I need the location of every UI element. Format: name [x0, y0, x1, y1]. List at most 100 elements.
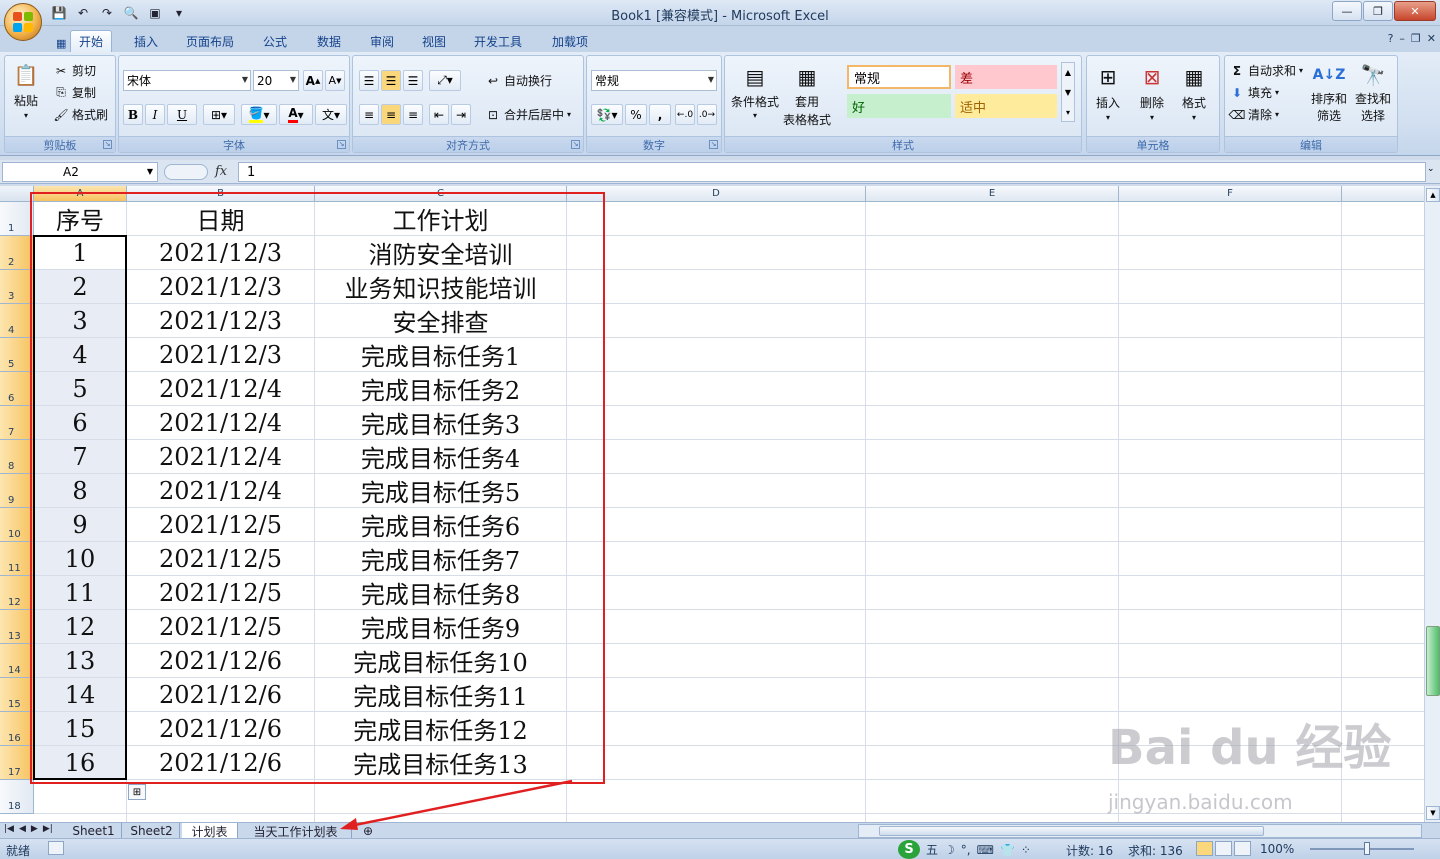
- column-header-c[interactable]: C: [315, 186, 567, 202]
- increase-decimal-button[interactable]: ←.0: [675, 104, 695, 125]
- table-cell[interactable]: 完成目标任务6: [315, 508, 566, 541]
- tab-insert[interactable]: 插入: [126, 30, 166, 52]
- fill-button[interactable]: ⬇ 填充 ▾: [1229, 84, 1279, 101]
- sort-filter-button[interactable]: A↓Z 排序和 筛选: [1311, 60, 1347, 124]
- header-cell[interactable]: 工作计划: [315, 202, 566, 235]
- formula-input[interactable]: 1: [238, 162, 1426, 182]
- formula-bar-toggle[interactable]: [164, 164, 208, 180]
- ime-grid-icon[interactable]: ⁘: [1021, 843, 1031, 857]
- format-cells-button[interactable]: ▦ 格式 ▾: [1179, 62, 1209, 122]
- table-cell[interactable]: 3: [34, 304, 126, 337]
- table-cell[interactable]: 5: [34, 372, 126, 405]
- close-button[interactable]: ✕: [1394, 1, 1436, 21]
- table-cell[interactable]: 完成目标任务4: [315, 440, 566, 473]
- header-cell[interactable]: 日期: [127, 202, 314, 235]
- macro-record-icon[interactable]: [48, 841, 64, 855]
- sheet-tab-sheet1[interactable]: Sheet1: [66, 823, 122, 839]
- scroll-up-icon[interactable]: ▲: [1426, 188, 1440, 202]
- table-cell[interactable]: 6: [34, 406, 126, 439]
- wrap-text-button[interactable]: ↩ 自动换行: [485, 72, 552, 89]
- table-cell[interactable]: 2021/12/6: [127, 712, 314, 745]
- next-sheet-icon[interactable]: ▶: [31, 824, 38, 834]
- row-header-15[interactable]: 15: [0, 678, 34, 712]
- sheet-tab-plan[interactable]: 计划表: [182, 823, 238, 839]
- scroll-down-icon[interactable]: ▼: [1426, 806, 1440, 820]
- row-header-11[interactable]: 11: [0, 542, 34, 576]
- office-button[interactable]: [4, 3, 42, 41]
- row-header-10[interactable]: 10: [0, 508, 34, 542]
- zoom-slider-thumb[interactable]: [1364, 842, 1370, 855]
- row-header-17[interactable]: 17: [0, 746, 34, 780]
- insert-function-icon[interactable]: fx: [215, 164, 227, 179]
- table-cell[interactable]: 2021/12/3: [127, 270, 314, 303]
- fill-color-button[interactable]: 🪣 ▾: [241, 104, 277, 125]
- table-cell[interactable]: 2021/12/4: [127, 406, 314, 439]
- sheet-tab-sheet2[interactable]: Sheet2: [124, 823, 180, 839]
- format-as-table-button[interactable]: ▦ 套用 表格格式: [783, 62, 831, 128]
- paste-button[interactable]: 📋 粘贴 ▾: [11, 60, 41, 120]
- table-cell[interactable]: 业务知识技能培训: [315, 270, 566, 303]
- merge-center-button[interactable]: ⊡ 合并后居中 ▾: [485, 106, 571, 123]
- format-painter-button[interactable]: 🖌 格式刷: [53, 106, 108, 123]
- tab-developer[interactable]: 开发工具: [466, 30, 530, 52]
- header-cell[interactable]: 序号: [34, 202, 126, 235]
- row-header-12[interactable]: 12: [0, 576, 34, 610]
- italic-button[interactable]: I: [145, 104, 165, 125]
- table-cell[interactable]: 2021/12/6: [127, 746, 314, 779]
- shrink-font-button[interactable]: A ▼: [325, 70, 345, 91]
- delete-cells-button[interactable]: ⊠ 删除 ▾: [1137, 62, 1167, 122]
- first-sheet-icon[interactable]: |◀: [4, 824, 14, 834]
- column-header-g[interactable]: [1342, 186, 1424, 202]
- styles-gallery-scroll[interactable]: ▲ ▼ ▾: [1061, 62, 1075, 122]
- table-cell[interactable]: 2021/12/4: [127, 440, 314, 473]
- keyboard-icon[interactable]: ⌨: [977, 843, 994, 857]
- column-header-b[interactable]: B: [127, 186, 315, 202]
- grow-font-button[interactable]: A ▲: [303, 70, 323, 91]
- tab-view[interactable]: 视图: [414, 30, 454, 52]
- horizontal-scroll-thumb[interactable]: [879, 826, 1264, 836]
- row-header-1[interactable]: 1: [0, 202, 34, 236]
- decrease-decimal-button[interactable]: .0→: [697, 104, 717, 125]
- style-neutral[interactable]: 适中: [955, 94, 1057, 118]
- ime-mode[interactable]: 五: [926, 841, 938, 858]
- row-header-16[interactable]: 16: [0, 712, 34, 746]
- zoom-level[interactable]: 100%: [1260, 842, 1294, 856]
- table-cell[interactable]: 完成目标任务10: [315, 644, 566, 677]
- table-cell[interactable]: 完成目标任务11: [315, 678, 566, 711]
- decrease-indent-button[interactable]: ⇤: [429, 104, 449, 125]
- table-cell[interactable]: 7: [34, 440, 126, 473]
- page-layout-view-icon[interactable]: [1215, 841, 1232, 856]
- doc-close-icon[interactable]: ✕: [1427, 32, 1436, 45]
- underline-button[interactable]: U: [167, 104, 197, 125]
- font-size-select[interactable]: 20 ▼: [253, 70, 299, 91]
- number-format-select[interactable]: 常规 ▼: [591, 70, 717, 91]
- page-break-view-icon[interactable]: [1234, 841, 1251, 856]
- autosum-button[interactable]: Σ 自动求和 ▾: [1229, 62, 1303, 79]
- table-cell[interactable]: 2021/12/3: [127, 304, 314, 337]
- find-select-button[interactable]: 🔭 查找和 选择: [1355, 60, 1391, 124]
- normal-view-icon[interactable]: [1196, 841, 1213, 856]
- table-cell[interactable]: 2021/12/4: [127, 474, 314, 507]
- percent-button[interactable]: %: [625, 104, 647, 125]
- punctuation-icon[interactable]: °,: [961, 843, 971, 857]
- tab-formulas[interactable]: 公式: [255, 30, 295, 52]
- border-button[interactable]: ⊞▾: [203, 104, 235, 125]
- table-cell[interactable]: 12: [34, 610, 126, 643]
- row-header-5[interactable]: 5: [0, 338, 34, 372]
- doc-restore-icon[interactable]: ❐: [1411, 32, 1421, 45]
- align-middle-button[interactable]: ☰: [381, 70, 401, 91]
- align-bottom-button[interactable]: ☰: [403, 70, 423, 91]
- table-cell[interactable]: 完成目标任务3: [315, 406, 566, 439]
- bold-button[interactable]: B: [123, 104, 143, 125]
- conditional-format-button[interactable]: ▤ 条件格式 ▾: [731, 62, 779, 120]
- prev-sheet-icon[interactable]: ◀: [19, 824, 26, 834]
- table-cell[interactable]: 1: [34, 236, 126, 269]
- sogou-ime-icon[interactable]: S: [898, 840, 920, 859]
- cut-button[interactable]: ✂ 剪切: [53, 62, 96, 79]
- expand-formula-icon[interactable]: ⌄: [1427, 164, 1438, 180]
- table-cell[interactable]: 14: [34, 678, 126, 711]
- font-color-button[interactable]: A ▾: [279, 104, 313, 125]
- number-launcher-icon[interactable]: ↘: [709, 140, 718, 149]
- style-bad[interactable]: 差: [955, 65, 1057, 89]
- minimize-button[interactable]: —: [1332, 1, 1362, 21]
